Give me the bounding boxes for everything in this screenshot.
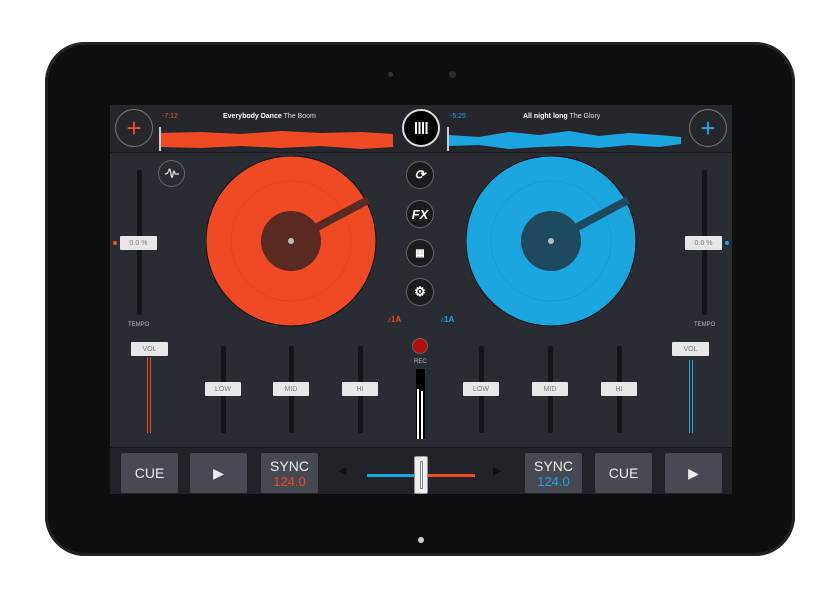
- tempo-indicator-left: [113, 241, 117, 245]
- bpm-right: 124.0: [537, 473, 570, 489]
- cue-button-right[interactable]: CUE: [595, 453, 652, 493]
- settings-button[interactable]: ⚙: [406, 278, 434, 306]
- home-led: [418, 537, 424, 543]
- plus-icon: +: [700, 113, 716, 143]
- eq-mid-right[interactable]: MID: [532, 382, 568, 396]
- nudge-right-icon[interactable]: ▶: [493, 464, 501, 477]
- key-right: ♪1A: [440, 315, 455, 324]
- record-button[interactable]: [412, 338, 428, 354]
- waveform-right[interactable]: [449, 129, 681, 149]
- deck-right-time: -5:25: [450, 113, 466, 120]
- top-bar: + -7:12 Everybody Dance The Boom -5:25 A…: [110, 105, 732, 153]
- tempo-label-left: TEMPO: [128, 322, 150, 328]
- tempo-indicator-right: [725, 241, 729, 245]
- sensor: [388, 72, 393, 77]
- eq-low-left[interactable]: LOW: [205, 382, 241, 396]
- play-icon: ▶: [688, 464, 699, 481]
- turntable-right[interactable]: [466, 156, 638, 328]
- gear-icon: ⚙: [414, 284, 426, 299]
- fx-button[interactable]: FX: [406, 200, 434, 228]
- vol-track-left[interactable]: [147, 357, 151, 433]
- deck-right-title: All night long The Glory: [523, 113, 601, 120]
- play-icon: ▶: [213, 464, 224, 481]
- bottom-bar: CUE ▶ SYNC 124.0 ◀ ▶ SYNC 124.0 CUE ▶: [110, 447, 732, 494]
- grid-icon: ▦: [415, 247, 425, 259]
- eq-mid-left[interactable]: MID: [273, 382, 309, 396]
- sync-label: SYNC: [270, 457, 309, 474]
- sync-icon: ⟳: [414, 167, 426, 182]
- menu-button[interactable]: [402, 109, 440, 147]
- add-track-right-button[interactable]: +: [689, 109, 727, 147]
- nudge-left-icon[interactable]: ◀: [338, 464, 346, 477]
- eq-low-right[interactable]: LOW: [463, 382, 499, 396]
- crossfader-left-track: [367, 474, 421, 477]
- key-left: ♪1A: [387, 315, 402, 324]
- sync-label: SYNC: [534, 457, 573, 474]
- tempo-slider-left[interactable]: 0.0 %: [120, 236, 157, 250]
- add-track-left-button[interactable]: +: [115, 109, 153, 147]
- vol-track-right[interactable]: [689, 360, 693, 433]
- vol-slider-left[interactable]: VOL: [131, 342, 168, 356]
- tempo-slider-right[interactable]: 0.0 %: [685, 236, 722, 250]
- play-button-right[interactable]: ▶: [665, 453, 722, 493]
- turntable-left[interactable]: [206, 156, 378, 328]
- waveform-left[interactable]: [161, 129, 393, 149]
- camera: [449, 71, 456, 78]
- plus-icon: +: [126, 113, 142, 143]
- bars-icon: [415, 122, 428, 134]
- waveform-view-button[interactable]: [158, 160, 185, 187]
- cue-button-left[interactable]: CUE: [121, 453, 178, 493]
- crossfader-handle[interactable]: [414, 456, 428, 494]
- sync-button-left[interactable]: SYNC 124.0: [261, 453, 318, 493]
- wave-icon: [164, 167, 179, 178]
- vol-slider-right[interactable]: VOL: [672, 342, 709, 356]
- eq-hi-right[interactable]: HI: [601, 382, 637, 396]
- sync-button-right[interactable]: SYNC 124.0: [525, 453, 582, 493]
- deck-left-time: -7:12: [162, 113, 178, 120]
- crossfader-right-track: [421, 474, 475, 477]
- grid-button[interactable]: ▦: [406, 239, 434, 267]
- loop-sync-button[interactable]: ⟳: [406, 161, 434, 189]
- deck-left-title: Everybody Dance The Boom: [223, 113, 316, 120]
- play-button-left[interactable]: ▶: [190, 453, 247, 493]
- master-level-meter: [416, 369, 425, 439]
- tempo-label-right: TEMPO: [694, 322, 716, 328]
- dj-app: + -7:12 Everybody Dance The Boom -5:25 A…: [110, 105, 732, 494]
- bpm-left: 124.0: [273, 473, 306, 489]
- fx-icon: FX: [411, 206, 429, 222]
- rec-label: REC: [414, 359, 427, 365]
- eq-hi-left[interactable]: HI: [342, 382, 378, 396]
